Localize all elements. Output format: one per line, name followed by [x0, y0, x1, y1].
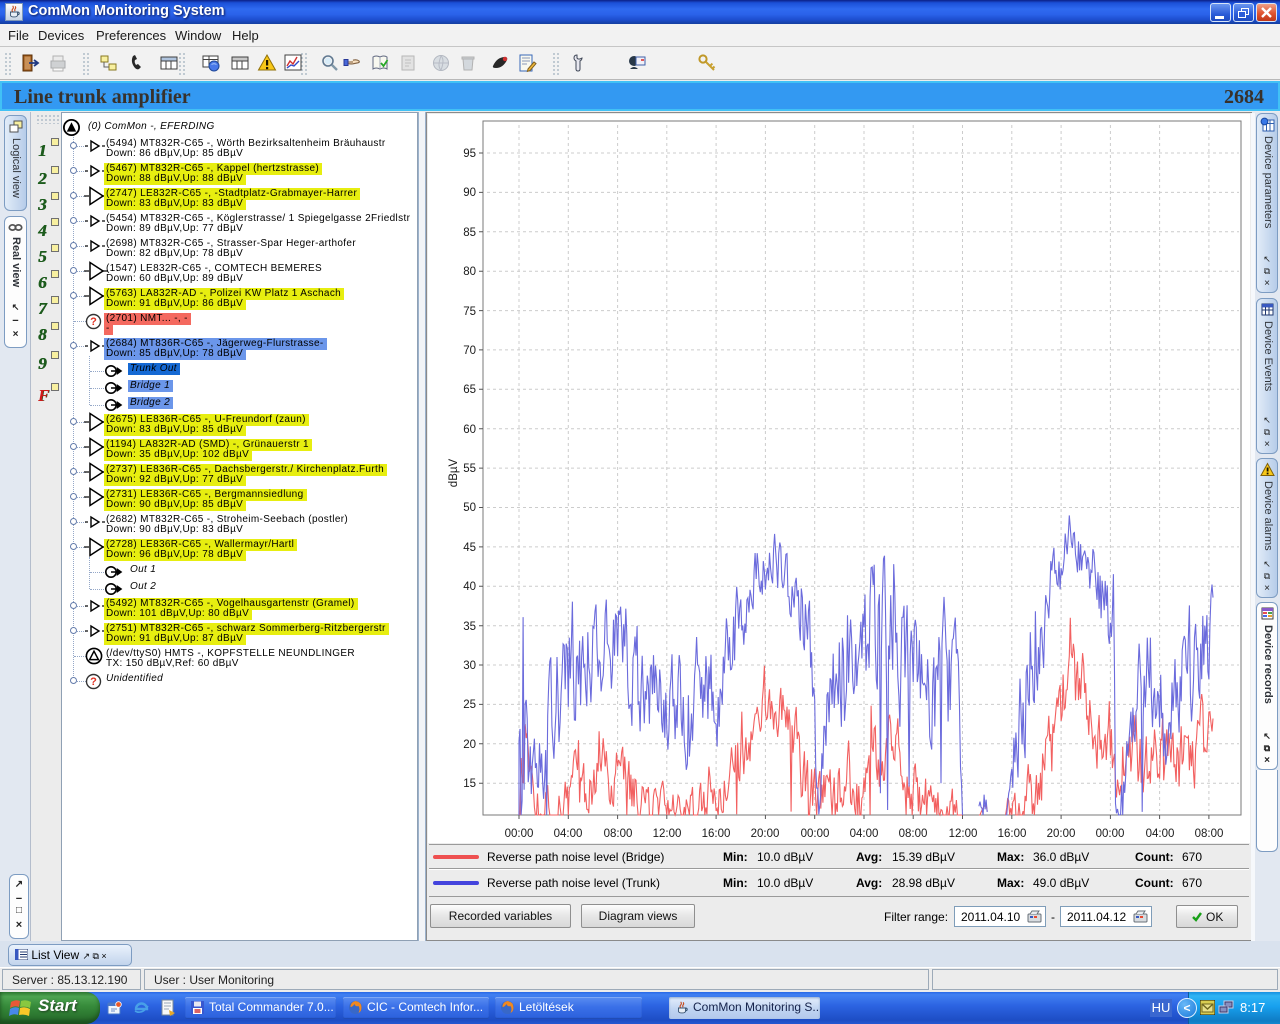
- svg-text:?: ?: [90, 316, 97, 328]
- svg-text:30: 30: [463, 660, 476, 672]
- svg-text:50: 50: [463, 502, 476, 514]
- svg-text:04:00: 04:00: [554, 828, 583, 840]
- svg-text:75: 75: [463, 306, 476, 318]
- svg-text:70: 70: [463, 345, 476, 357]
- svg-text:12:00: 12:00: [949, 828, 978, 840]
- svg-text:85: 85: [463, 227, 476, 239]
- svg-text:90: 90: [463, 187, 476, 199]
- svg-text:55: 55: [463, 463, 476, 475]
- svg-text:?: ?: [90, 676, 97, 688]
- svg-text:04:00: 04:00: [1146, 828, 1175, 840]
- svg-text:95: 95: [463, 148, 476, 160]
- svg-text:25: 25: [463, 699, 476, 711]
- svg-text:08:00: 08:00: [604, 828, 633, 840]
- svg-text:60: 60: [463, 424, 476, 436]
- svg-text:65: 65: [463, 384, 476, 396]
- svg-text:20: 20: [463, 739, 476, 751]
- svg-text:40: 40: [463, 581, 476, 593]
- svg-text:16:00: 16:00: [998, 828, 1027, 840]
- svg-text:00:00: 00:00: [505, 828, 534, 840]
- svg-text:00:00: 00:00: [1096, 828, 1125, 840]
- svg-text:00:00: 00:00: [801, 828, 830, 840]
- svg-text:20:00: 20:00: [751, 828, 780, 840]
- svg-text:08:00: 08:00: [899, 828, 928, 840]
- svg-text:15: 15: [463, 778, 476, 790]
- svg-text:08:00: 08:00: [1195, 828, 1224, 840]
- svg-text:80: 80: [463, 266, 476, 278]
- svg-text:35: 35: [463, 621, 476, 633]
- svg-text:16:00: 16:00: [702, 828, 731, 840]
- svg-text:20:00: 20:00: [1047, 828, 1076, 840]
- svg-text:dBµV: dBµV: [448, 458, 460, 487]
- svg-text:04:00: 04:00: [850, 828, 879, 840]
- svg-text:45: 45: [463, 542, 476, 554]
- svg-text:12:00: 12:00: [653, 828, 682, 840]
